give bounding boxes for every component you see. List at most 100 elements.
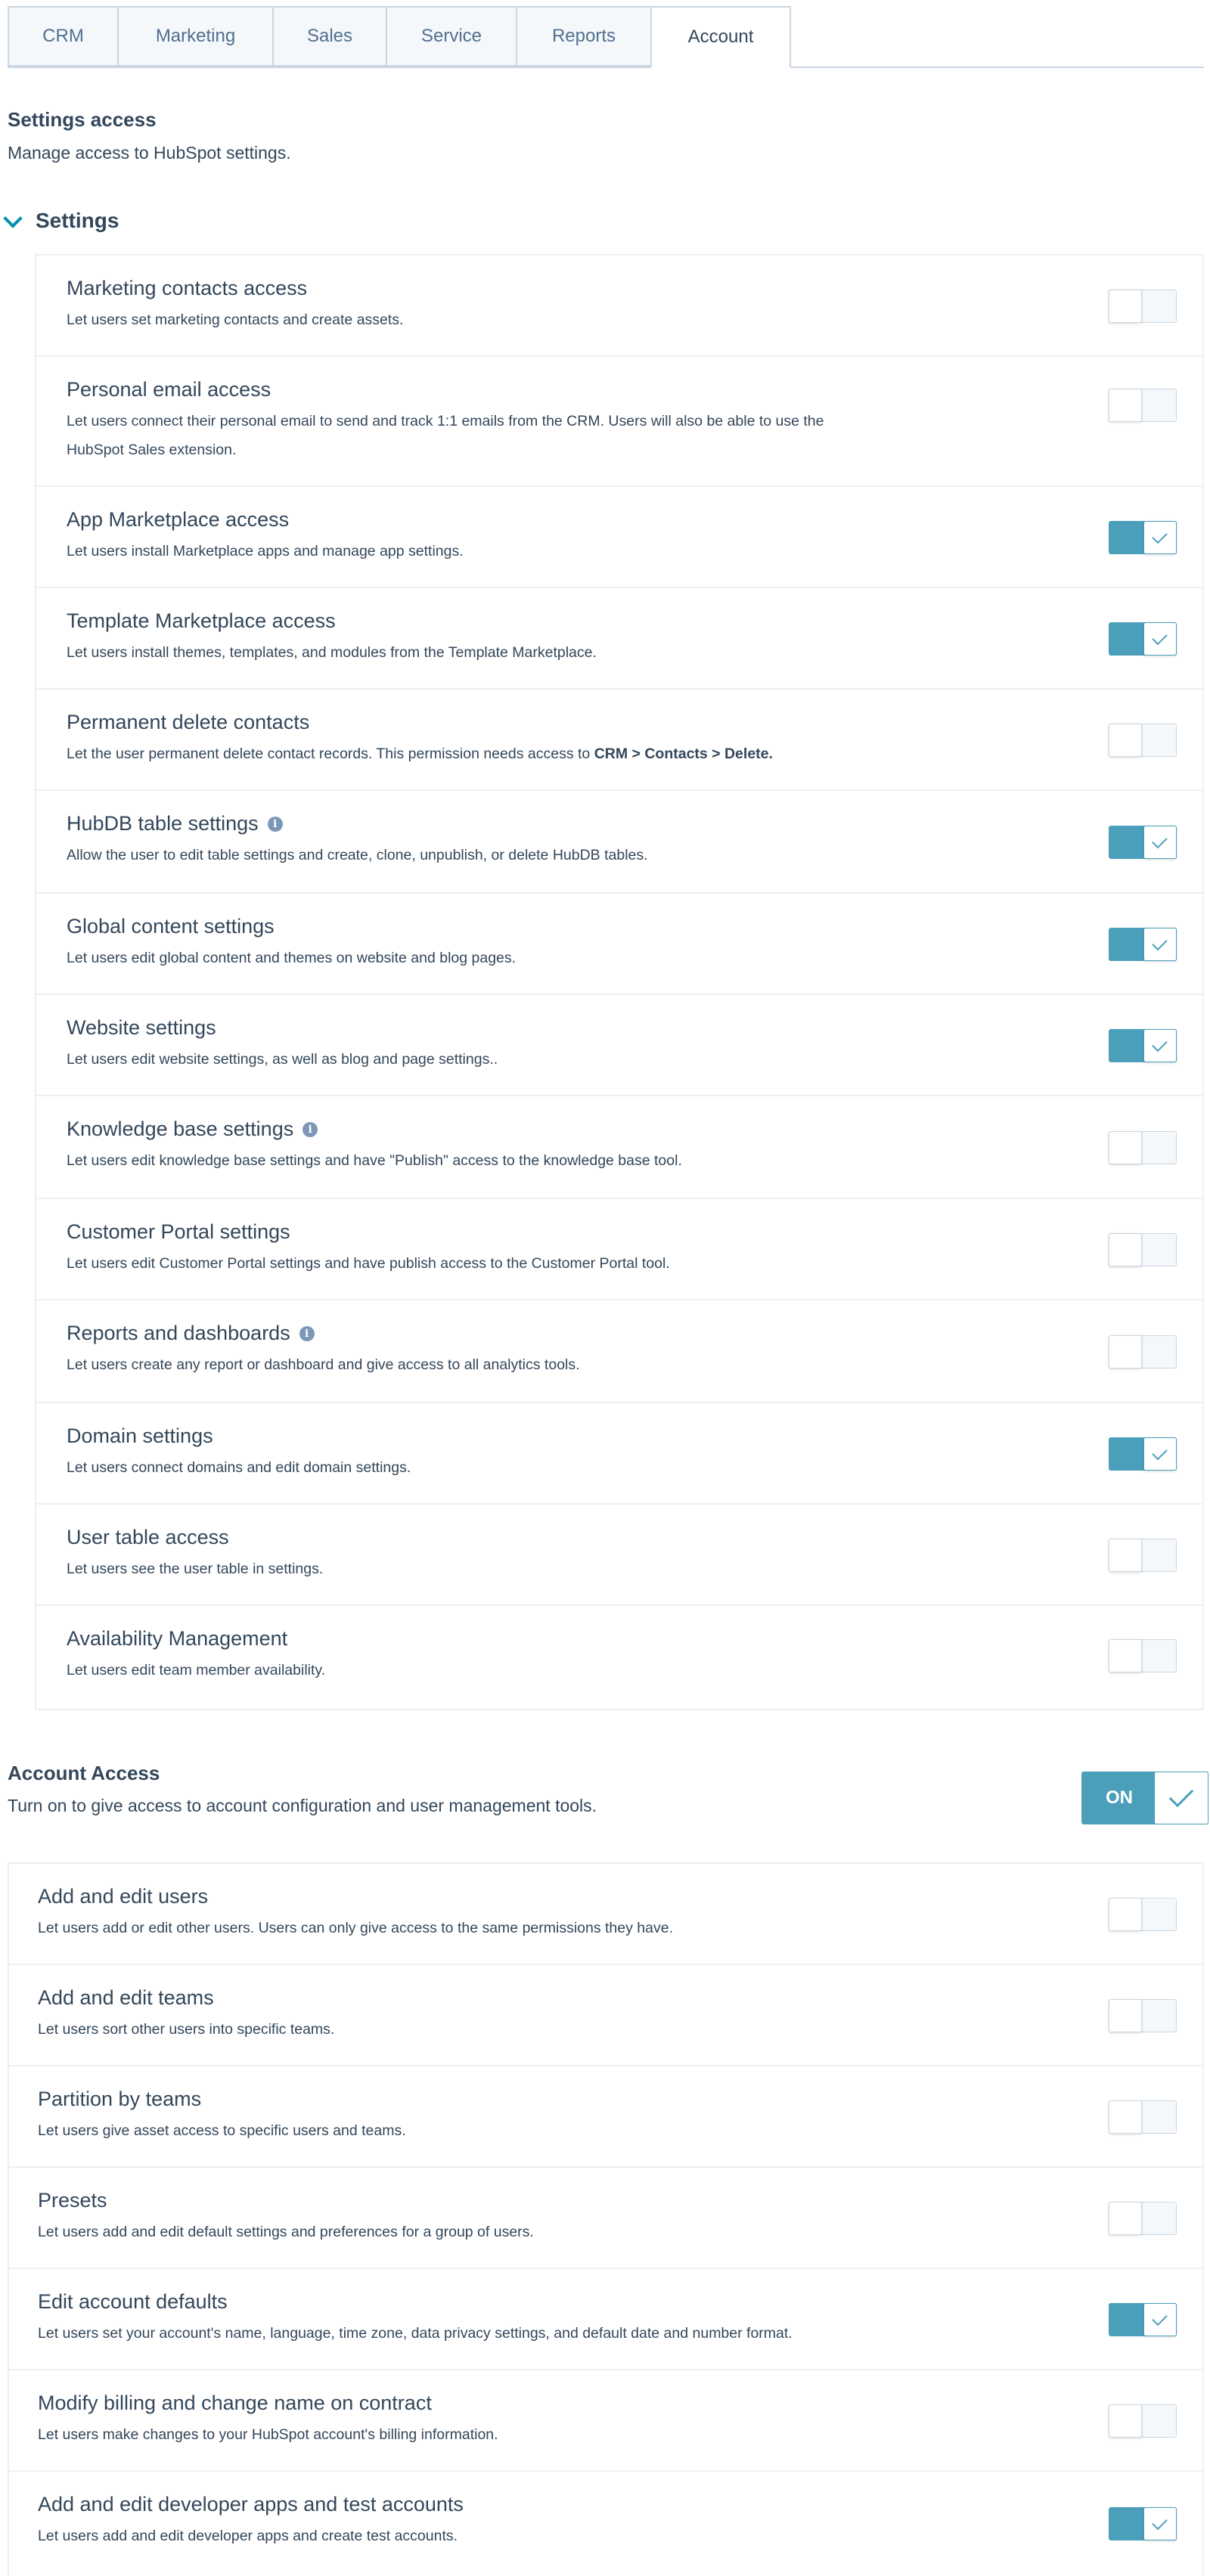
permission-toggle[interactable] (1109, 1131, 1177, 1164)
settings-group-toggle[interactable]: Settings (3, 209, 231, 239)
permission-toggle[interactable] (1109, 2404, 1177, 2438)
toggle-knob (1109, 1335, 1142, 1369)
permission-title: User table access (67, 1526, 229, 1549)
permission-row-global-content-settings: Global content settings Let users edit gl… (36, 894, 1202, 995)
permission-description: Let users give asset access to specific … (38, 2116, 406, 2145)
permission-title-text: Personal email access (67, 378, 271, 401)
toggle-knob (1109, 2202, 1142, 2235)
permission-title-text: Website settings (67, 1016, 216, 1039)
permission-title: Personal email access (67, 378, 271, 401)
permission-toggle[interactable] (1109, 389, 1177, 422)
permission-description-text: Let users connect domains and edit domai… (67, 1459, 411, 1476)
permission-title: Add and edit users (38, 1885, 208, 1908)
tab-marketing[interactable]: Marketing (117, 6, 272, 67)
check-icon (1152, 2514, 1168, 2531)
permission-toggle[interactable] (1109, 724, 1177, 757)
chevron-down-icon (3, 209, 23, 228)
permission-row-presets: Presets Let users add and edit default se… (9, 2168, 1202, 2269)
permission-description-text: Let the user permanent delete contact re… (67, 746, 591, 762)
permission-toggle[interactable] (1109, 928, 1177, 961)
permission-toggle[interactable] (1109, 826, 1177, 859)
permission-description: Let users edit Customer Portal settings … (67, 1249, 670, 1278)
permission-title-text: Template Marketplace access (67, 609, 336, 632)
permission-title-text: HubDB table settings (67, 812, 259, 835)
settings-access-title: Settings access (8, 108, 157, 131)
account-access-toggle[interactable]: ON (1081, 1772, 1208, 1824)
account-access-description: Turn on to give access to account config… (8, 1796, 597, 1815)
permission-toggle[interactable] (1109, 2202, 1177, 2235)
permission-title: Partition by teams (38, 2088, 201, 2111)
toggle-knob (1143, 2303, 1177, 2336)
permission-toggle[interactable] (1109, 1999, 1177, 2032)
permission-row-edit-account-defaults: Edit account defaults Let users set your … (9, 2269, 1202, 2370)
permission-description: Let users add and edit developer apps an… (38, 2522, 458, 2550)
permission-toggle[interactable] (1109, 1639, 1177, 1672)
tab-account[interactable]: Account (650, 6, 791, 68)
tab-bar: CRM Marketing Sales Service Reports Acco… (8, 6, 1204, 68)
permission-description-text: Let users edit knowledge base settings a… (67, 1152, 682, 1169)
permission-description: Let users edit knowledge base settings a… (67, 1146, 682, 1175)
permission-toggle[interactable] (1109, 2507, 1177, 2540)
account-permission-list: Add and edit users Let users add or edit … (8, 1862, 1204, 2576)
permission-description: Let users sort other users into specific… (38, 2015, 334, 2044)
permission-toggle[interactable] (1109, 622, 1177, 656)
toggle-knob (1143, 521, 1177, 554)
permission-row-user-table-access: User table access Let users see the user … (36, 1505, 1202, 1606)
permission-title: Edit account defaults (38, 2290, 228, 2314)
permission-title-text: Marketing contacts access (67, 277, 308, 299)
permission-title-text: Add and edit users (38, 1885, 209, 1908)
permission-description: Let users edit team member availability. (67, 1656, 325, 1685)
toggle-on-label: ON (1106, 1787, 1133, 1808)
permission-title-text: Add and edit developer apps and test acc… (38, 2493, 464, 2516)
tab-sales[interactable]: Sales (272, 6, 386, 67)
toggle-knob (1109, 389, 1142, 422)
permission-row-app-marketplace-access: App Marketplace access Let users install … (36, 487, 1202, 588)
tab-reports[interactable]: Reports (516, 6, 650, 67)
permission-description-text: Let users make changes to your HubSpot a… (38, 2426, 498, 2443)
tab-service[interactable]: Service (386, 6, 516, 67)
permission-toggle[interactable] (1109, 2100, 1177, 2134)
permission-description-text: Let users create any report or dashboard… (67, 1356, 580, 1373)
permission-description-text: Let users connect their personal email t… (67, 413, 824, 429)
permission-title-text: Add and edit teams (38, 1986, 214, 2009)
permission-description-text: Let users add and edit default settings … (38, 2224, 534, 2240)
info-icon[interactable]: i (267, 816, 283, 832)
check-icon (1152, 1036, 1168, 1052)
toggle-knob (1109, 1898, 1142, 1931)
permission-description-text: Let users edit Customer Portal settings … (67, 1255, 670, 1272)
permission-toggle[interactable] (1109, 1898, 1177, 1931)
check-icon (1152, 2310, 1168, 2326)
permission-row-personal-email-access: Personal email access Let users connect t… (36, 357, 1202, 487)
permission-toggle[interactable] (1109, 290, 1177, 323)
info-icon[interactable]: i (302, 1121, 318, 1137)
permission-description-text: Let users add and edit developer apps an… (38, 2528, 458, 2544)
toggle-knob (1154, 1772, 1208, 1824)
permission-toggle[interactable] (1109, 2303, 1177, 2336)
info-icon[interactable]: i (299, 1325, 315, 1341)
permission-title-text: Customer Portal settings (67, 1220, 290, 1243)
permission-description: Let users connect their personal email t… (67, 407, 824, 464)
toggle-knob (1109, 2404, 1142, 2438)
toggle-knob (1109, 290, 1142, 323)
permission-title: HubDB table settings i (67, 812, 283, 835)
tab-crm[interactable]: CRM (8, 6, 117, 67)
toggle-knob (1109, 1233, 1142, 1266)
permission-description: Let users connect domains and edit domai… (67, 1453, 411, 1482)
permission-toggle[interactable] (1109, 1437, 1177, 1471)
permission-title-text: Global content settings (67, 915, 275, 938)
permission-description-text: Let users edit team member availability. (67, 1662, 326, 1679)
toggle-knob (1109, 1539, 1142, 1572)
permission-toggle[interactable] (1109, 1233, 1177, 1266)
permission-title-text: Knowledge base settings (67, 1118, 294, 1140)
permission-description: Let users set your account's name, langu… (38, 2319, 793, 2348)
toggle-knob (1109, 1131, 1142, 1164)
permission-description: Let the user permanent delete contact re… (67, 739, 773, 768)
permission-toggle[interactable] (1109, 1539, 1177, 1572)
permission-description: Let users edit website settings, as well… (67, 1045, 498, 1074)
permission-description: Let users set marketing contacts and cre… (67, 305, 403, 334)
permission-toggle[interactable] (1109, 1029, 1177, 1062)
permission-toggle[interactable] (1109, 1335, 1177, 1369)
permission-toggle[interactable] (1109, 521, 1177, 554)
permission-description: Let users make changes to your HubSpot a… (38, 2420, 498, 2449)
permission-title: Customer Portal settings (67, 1220, 290, 1244)
